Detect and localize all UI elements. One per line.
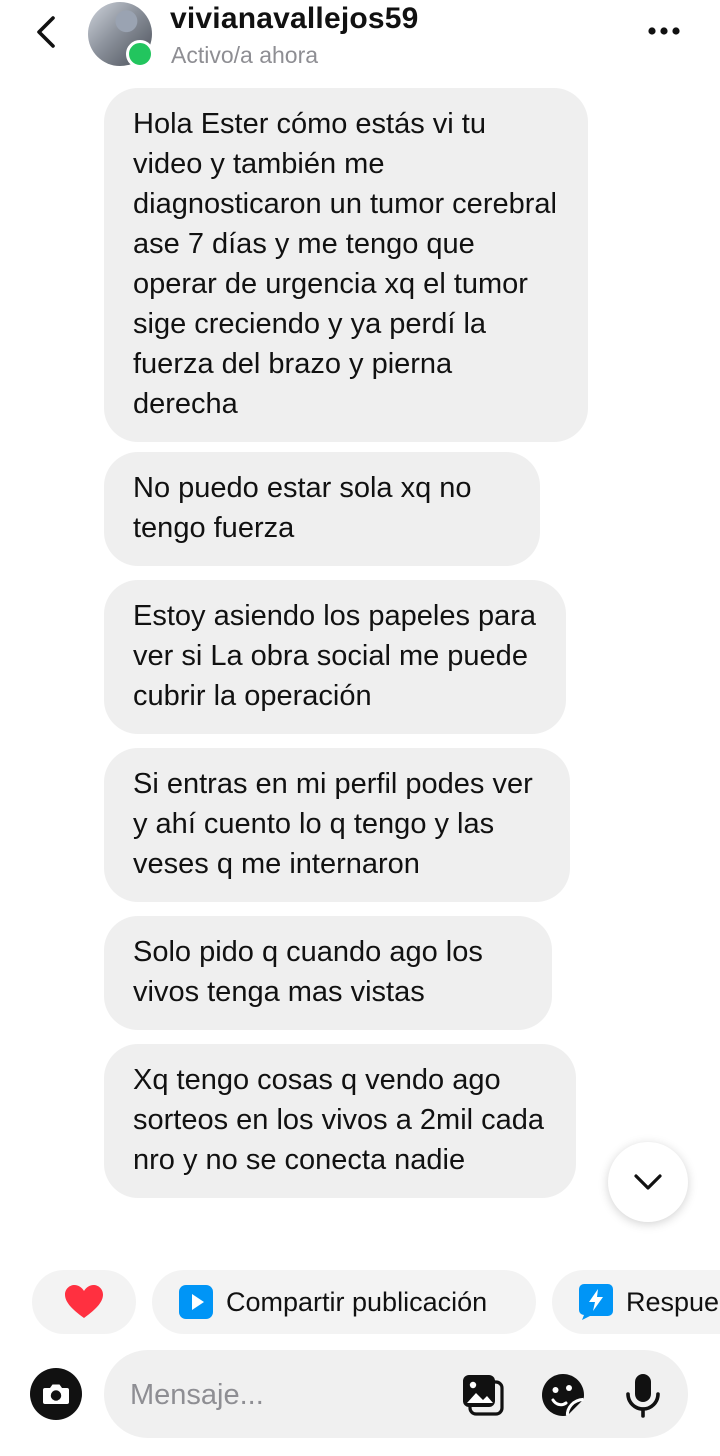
- scroll-to-bottom-button[interactable]: [608, 1142, 688, 1222]
- quick-reply-label: Respue: [626, 1286, 720, 1317]
- received-message[interactable]: No puedo estar sola xq no tengo fuerza: [104, 452, 540, 566]
- received-message[interactable]: Xq tengo cosas q vendo ago sorteos en lo…: [104, 1044, 576, 1198]
- quick-heart-button[interactable]: [32, 1270, 136, 1334]
- play-square-icon: [179, 1285, 213, 1319]
- online-status-dot: [126, 40, 154, 68]
- received-message[interactable]: Estoy asiendo los papeles para ver si La…: [104, 580, 566, 734]
- message-composer: [104, 1350, 688, 1438]
- share-post-label: Compartir publicación: [226, 1286, 488, 1317]
- received-message[interactable]: Si entras en mi perfil podes ver y ahí c…: [104, 748, 570, 902]
- more-options-icon[interactable]: [644, 16, 684, 46]
- received-message[interactable]: Solo pido q cuando ago los vivos tenga m…: [104, 916, 552, 1030]
- lightning-bubble-icon: [579, 1284, 613, 1320]
- heart-icon: [65, 1285, 103, 1318]
- avatar[interactable]: [88, 2, 154, 68]
- chevron-down-icon: [634, 1174, 662, 1190]
- gallery-icon[interactable]: [460, 1372, 506, 1418]
- message-input[interactable]: [128, 1370, 452, 1420]
- microphone-icon[interactable]: [620, 1372, 666, 1418]
- back-chevron-icon[interactable]: [28, 12, 68, 52]
- received-message[interactable]: Hola Ester cómo estás vi tu video y tamb…: [104, 88, 588, 442]
- chat-header: vivianavallejos59 Activo/a ahora: [0, 0, 720, 80]
- quick-reply-button[interactable]: Respue: [552, 1270, 720, 1334]
- active-status: Activo/a ahora: [171, 42, 319, 68]
- sticker-icon[interactable]: [540, 1372, 586, 1418]
- chat-username[interactable]: vivianavallejos59: [170, 2, 419, 36]
- camera-icon[interactable]: [30, 1368, 82, 1420]
- share-post-button[interactable]: Compartir publicación: [152, 1270, 536, 1334]
